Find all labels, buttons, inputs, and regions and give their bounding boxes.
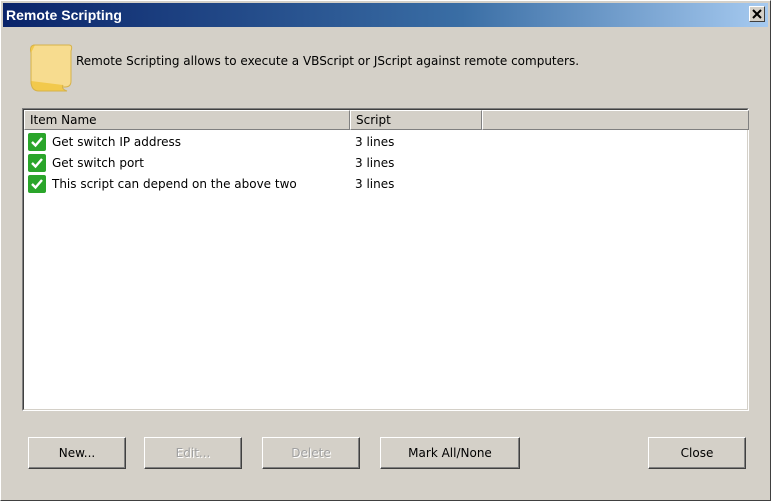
list-item[interactable]: Get switch port 3 lines [24,153,747,174]
item-script: 3 lines [355,156,395,170]
list-item[interactable]: This script can depend on the above two … [24,174,747,195]
close-window-button[interactable] [749,6,765,22]
close-icon [752,9,762,19]
item-script: 3 lines [355,135,395,149]
scroll-icon [30,44,73,92]
column-header-item-name[interactable]: Item Name [24,110,350,130]
window-title: Remote Scripting [6,7,122,23]
list-item[interactable]: Get switch IP address 3 lines [24,132,747,153]
checkbox-checked-icon[interactable] [28,154,46,172]
script-list[interactable]: Item Name Script Get switch IP address 3… [22,108,749,411]
mark-all-none-button[interactable]: Mark All/None [380,437,520,469]
checkbox-checked-icon[interactable] [28,175,46,193]
item-name: Get switch IP address [52,135,182,149]
checkbox-checked-icon[interactable] [28,133,46,151]
remote-scripting-dialog: Remote Scripting Remote Scripting allows… [0,0,771,501]
title-bar: Remote Scripting [3,3,768,27]
edit-button[interactable]: Edit... [144,437,242,469]
item-name: This script can depend on the above two [52,177,297,191]
new-button[interactable]: New... [28,437,126,469]
list-header: Item Name Script [24,110,749,130]
column-header-empty[interactable] [482,110,749,130]
column-header-script[interactable]: Script [350,110,482,130]
close-button[interactable]: Close [648,437,746,469]
item-name: Get switch port [52,156,144,170]
dialog-description: Remote Scripting allows to execute a VBS… [76,54,580,68]
delete-button[interactable]: Delete [262,437,360,469]
item-script: 3 lines [355,177,395,191]
